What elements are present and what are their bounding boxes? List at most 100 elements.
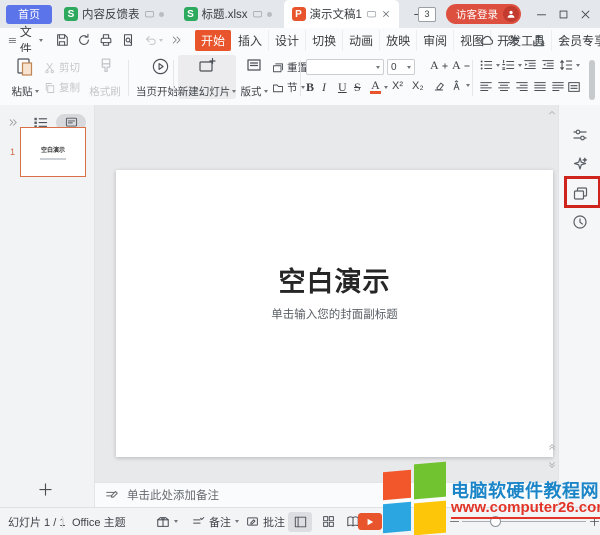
phonetic-guide-button[interactable] (450, 79, 470, 92)
paste-button[interactable]: 粘贴 (6, 55, 44, 99)
tab-close-icon[interactable] (381, 9, 391, 19)
decrease-indent-button[interactable] (523, 58, 537, 72)
statusbar: 幻灯片 1 / 1 Office 主题 备注 批注 (0, 507, 600, 535)
maximize-button[interactable] (557, 8, 570, 21)
normal-view-button[interactable] (288, 512, 312, 532)
slide[interactable]: 空白演示 单击输入您的封面副标题 (116, 170, 553, 457)
undo-icon (143, 33, 157, 47)
font-size-select[interactable]: 0 (387, 59, 415, 75)
superscript-button[interactable]: X² (392, 80, 403, 92)
scroll-up-icon[interactable] (548, 109, 556, 117)
more-options-icon[interactable] (557, 34, 570, 47)
object-properties-icon[interactable] (572, 127, 588, 143)
tab-title-xlsx[interactable]: S 标题.xlsx (176, 0, 280, 28)
align-justify-button[interactable] (533, 80, 547, 94)
theme-picker-button[interactable] (156, 508, 178, 535)
comment-box-icon (246, 515, 259, 528)
increase-indent-button[interactable] (541, 58, 555, 72)
next-slide-icon[interactable] (548, 461, 556, 469)
slide-sorter-view-icon[interactable] (322, 515, 335, 528)
menu-item-animation[interactable]: 动画 (343, 30, 380, 51)
align-left-button[interactable] (479, 80, 493, 94)
minimize-button[interactable] (535, 8, 548, 21)
minus-icon (449, 516, 460, 527)
comments-toggle[interactable]: 批注 (246, 508, 285, 535)
timer-icon[interactable] (572, 214, 588, 230)
layout-label: 版式 (241, 84, 262, 99)
normal-view-icon (294, 516, 307, 528)
collapse-panel-icon[interactable] (8, 117, 19, 128)
menu-item-review[interactable]: 审阅 (417, 30, 454, 51)
chevron-down-icon (232, 90, 236, 93)
slide-thumbnail[interactable]: 空白演示 (20, 127, 86, 177)
avatar (503, 6, 519, 22)
zoom-in-button[interactable] (589, 508, 600, 535)
reset-button[interactable]: 重置 (272, 60, 308, 75)
menu-item-home[interactable]: 开始 (195, 30, 231, 51)
menu-item-transition[interactable]: 切换 (306, 30, 343, 51)
zoom-out-button[interactable] (449, 508, 460, 535)
share-user-icon[interactable] (505, 33, 520, 48)
smart-beautify-icon[interactable] (572, 156, 588, 172)
editing-canvas[interactable]: 空白演示 单击输入您的封面副标题 (95, 105, 558, 482)
share-icon[interactable] (531, 33, 546, 48)
numbering-button[interactable] (501, 58, 522, 72)
shrink-font-button[interactable]: A (452, 58, 470, 73)
cloud-sync-icon[interactable] (479, 33, 494, 48)
export-icon[interactable] (77, 33, 91, 47)
play-circle-icon (151, 57, 170, 76)
strikethrough-button[interactable]: S (354, 80, 361, 95)
notes-toggle[interactable]: 备注 (192, 508, 239, 535)
save-icon[interactable] (55, 33, 69, 47)
slide-subtitle-placeholder[interactable]: 单击输入您的封面副标题 (116, 306, 553, 322)
guest-login-button[interactable]: 访客登录 (446, 4, 521, 24)
undo-button[interactable] (143, 33, 163, 47)
print-icon[interactable] (99, 33, 113, 47)
underline-button[interactable]: U (338, 80, 347, 95)
notes-bar[interactable]: 单击此处添加备注 (95, 482, 558, 507)
menu-item-insert[interactable]: 插入 (232, 30, 269, 51)
tab-feedback-sheet[interactable]: S 内容反馈表 (56, 0, 172, 28)
bold-button[interactable]: B (306, 80, 314, 95)
tab-presentation1-active[interactable]: P 演示文稿1 (284, 0, 399, 28)
align-distribute-button[interactable] (551, 80, 565, 94)
line-spacing-button[interactable] (559, 58, 580, 72)
italic-button[interactable]: I (322, 80, 326, 95)
text-direction-button[interactable] (567, 80, 581, 94)
layout-button[interactable]: 版式 (238, 55, 270, 99)
home-tab-button[interactable]: 首页 (6, 5, 52, 24)
collapse-ribbon-icon[interactable] (581, 34, 594, 47)
clear-format-button[interactable] (432, 79, 445, 92)
format-painter-button[interactable]: 格式刷 (86, 55, 124, 99)
italic-glyph: I (322, 80, 326, 95)
close-button[interactable] (579, 8, 592, 21)
theme-name[interactable]: Office 主题 (72, 508, 126, 535)
add-slide-button[interactable] (38, 482, 53, 497)
line-spacing-icon (559, 58, 573, 72)
grow-font-button[interactable]: A (430, 58, 448, 73)
font-family-select[interactable] (306, 59, 384, 75)
menu-item-design[interactable]: 设计 (269, 30, 306, 51)
print-preview-icon[interactable] (121, 33, 135, 47)
open-docs-count-badge[interactable]: 3 (418, 7, 436, 22)
canvas-scrollbar[interactable] (547, 105, 557, 482)
menu-item-slideshow[interactable]: 放映 (380, 30, 417, 51)
bullets-button[interactable] (479, 58, 500, 72)
new-slide-button[interactable]: 新建幻灯片 (178, 55, 236, 99)
comment-bubble-icon (252, 9, 263, 20)
slide-title[interactable]: 空白演示 (116, 260, 553, 299)
more-quick-icons[interactable] (171, 34, 183, 46)
subscript-button[interactable]: X₂ (412, 80, 424, 92)
play-slideshow-button[interactable] (358, 513, 382, 530)
zoom-slider-thumb[interactable] (490, 516, 501, 527)
copy-button[interactable]: 复制 (44, 80, 80, 95)
previous-slide-icon[interactable] (548, 443, 556, 451)
font-color-button[interactable]: A (370, 80, 388, 94)
align-center-button[interactable] (497, 80, 511, 94)
ribbon-scroll-handle[interactable] (589, 60, 595, 100)
align-right-button[interactable] (515, 80, 529, 94)
cut-button[interactable]: 剪切 (44, 60, 80, 75)
shrink-font-glyph: A (452, 58, 461, 73)
play-current-label: 当页开始 (136, 84, 178, 99)
zoom-slider-track[interactable] (462, 521, 586, 522)
